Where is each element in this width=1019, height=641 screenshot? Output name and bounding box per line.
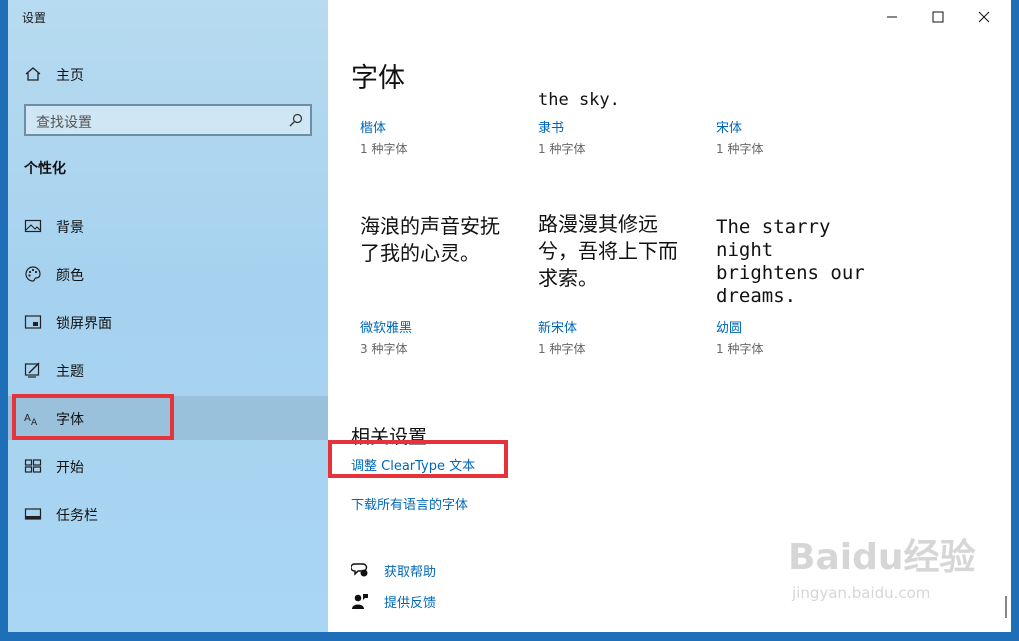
- download-fonts-link[interactable]: 下载所有语言的字体: [351, 494, 468, 513]
- sidebar-item-background[interactable]: 背景: [8, 204, 328, 248]
- palette-icon: [25, 266, 41, 282]
- home-icon: [25, 67, 41, 81]
- taskbar-icon: [24, 508, 42, 520]
- maximize-icon: [932, 11, 944, 23]
- help-chat-icon: [351, 563, 368, 577]
- sidebar: 设置 主页 查找设置 个性化 背景 颜色 锁屏界面 主题 AA 字体 开始 任务…: [8, 0, 328, 632]
- font-sample-simsun: 路漫漫其修远 兮，吾将上下而 求索。: [538, 212, 678, 290]
- sidebar-item-label: 主页: [56, 68, 84, 84]
- annotation-highlight-fonts: [12, 394, 174, 440]
- page-title: 字体: [351, 63, 405, 94]
- get-help-link[interactable]: 获取帮助: [351, 559, 551, 581]
- font-card-yahei[interactable]: 微软雅黑 3 种字体: [360, 317, 530, 357]
- sidebar-item-taskbar[interactable]: 任务栏: [8, 492, 328, 536]
- minimize-icon: [887, 16, 897, 18]
- sidebar-item-label: 颜色: [56, 268, 84, 284]
- get-help-label: 获取帮助: [384, 565, 437, 580]
- watermark-logo: Baidu经验 jingyan.baidu.com: [788, 528, 988, 618]
- font-sample-partial: the sky.: [538, 90, 620, 110]
- sidebar-item-home[interactable]: 主页: [8, 56, 328, 92]
- feedback-label: 提供反馈: [384, 596, 437, 611]
- font-count: 3 种字体: [360, 342, 408, 356]
- settings-window: 设置 主页 查找设置 个性化 背景 颜色 锁屏界面 主题 AA 字体 开始 任务…: [8, 0, 1011, 632]
- font-name: 隶书: [538, 121, 565, 136]
- font-name: 楷体: [360, 121, 387, 136]
- scrollbar-thumb[interactable]: [1005, 596, 1007, 618]
- close-button[interactable]: [961, 0, 1007, 34]
- watermark-url: jingyan.baidu.com: [792, 584, 931, 602]
- font-name: 微软雅黑: [360, 321, 413, 336]
- font-count: 1 种字体: [538, 142, 586, 156]
- font-count: 1 种字体: [716, 142, 764, 156]
- font-card-lishu[interactable]: 隶书 1 种字体: [538, 117, 708, 157]
- font-sample-youyuan: The starry night brightens our dreams.: [716, 216, 865, 307]
- section-title: 个性化: [24, 161, 66, 177]
- font-count: 1 种字体: [360, 142, 408, 156]
- window-title: 设置: [22, 11, 47, 25]
- font-name: 幼圆: [716, 321, 743, 336]
- font-card-youyuan[interactable]: 幼圆 1 种字体: [716, 317, 886, 357]
- font-count: 1 种字体: [538, 342, 586, 356]
- annotation-highlight-cleartype: [328, 440, 508, 478]
- sidebar-item-label: 锁屏界面: [56, 316, 112, 332]
- minimize-button[interactable]: [869, 0, 915, 34]
- maximize-button[interactable]: [915, 0, 961, 34]
- sidebar-item-label: 开始: [56, 460, 84, 476]
- sidebar-item-start[interactable]: 开始: [8, 444, 328, 488]
- sidebar-item-label: 主题: [56, 364, 84, 380]
- sidebar-item-colors[interactable]: 颜色: [8, 252, 328, 296]
- search-input[interactable]: 查找设置: [24, 104, 312, 136]
- sidebar-item-themes[interactable]: 主题: [8, 348, 328, 392]
- font-name: 宋体: [716, 121, 743, 136]
- close-icon: [978, 11, 990, 23]
- watermark-brand: Baidu经验: [788, 537, 976, 578]
- font-name: 新宋体: [538, 321, 578, 336]
- font-card-songti[interactable]: 宋体 1 种字体: [716, 117, 886, 157]
- start-icon: [24, 459, 42, 473]
- lock-screen-icon: [24, 315, 42, 329]
- font-card-kaiti[interactable]: 楷体 1 种字体: [360, 117, 530, 157]
- sidebar-item-lockscreen[interactable]: 锁屏界面: [8, 300, 328, 344]
- theme-icon: [24, 362, 40, 378]
- image-icon: [24, 219, 42, 233]
- search-placeholder: 查找设置: [36, 115, 92, 131]
- font-card-nsimsun[interactable]: 新宋体 1 种字体: [538, 317, 708, 357]
- font-count: 1 种字体: [716, 342, 764, 356]
- feedback-link[interactable]: 提供反馈: [351, 590, 551, 612]
- feedback-icon: [352, 594, 368, 609]
- sidebar-item-label: 任务栏: [56, 508, 98, 524]
- font-sample-yahei: 海浪的声音安抚 了我的心灵。: [360, 214, 500, 265]
- search-icon: [289, 113, 303, 127]
- sidebar-item-label: 背景: [56, 220, 84, 236]
